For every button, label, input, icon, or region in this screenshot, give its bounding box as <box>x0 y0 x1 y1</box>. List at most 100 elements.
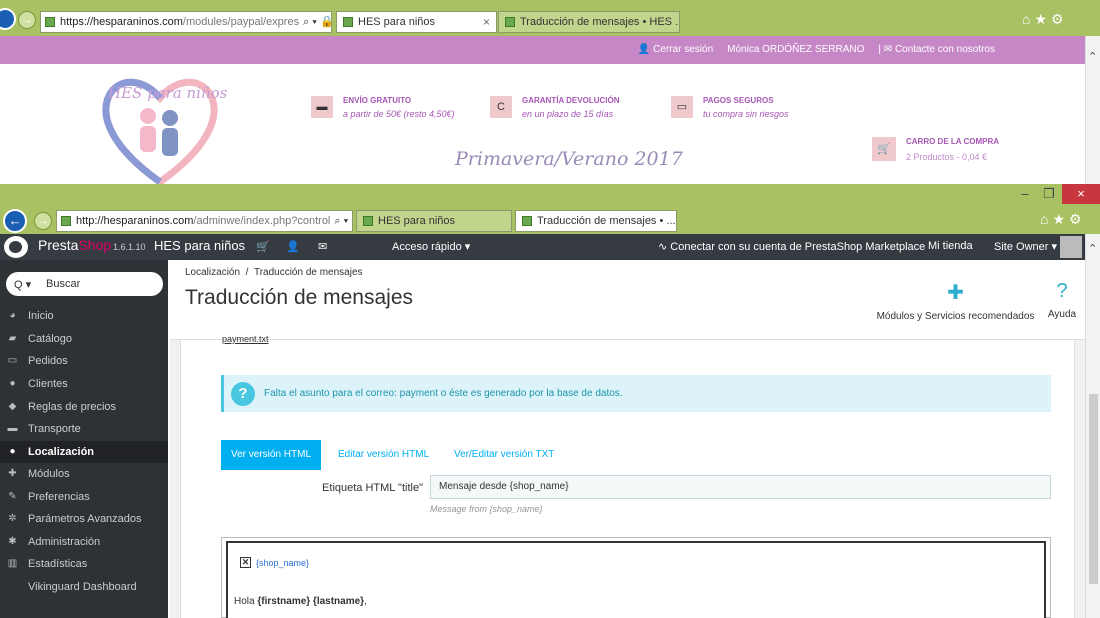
scrollbar-thumb[interactable] <box>1089 394 1098 584</box>
tab-hes-para-ninos[interactable]: HES para niños × <box>336 11 497 33</box>
sidebar-item-preferencias[interactable]: ✎ Preferencias <box>0 486 168 508</box>
sidebar-item-clientes[interactable]: ● Clientes <box>0 373 168 395</box>
preview-shop-name-link[interactable]: {shop_name} <box>256 558 309 568</box>
forward-arrow-icon[interactable]: → <box>18 11 36 29</box>
sidebar-item-estadisticas[interactable]: ▥ Estadísticas <box>0 553 168 575</box>
front-window-titlebar: – ❐ × <box>0 184 1100 206</box>
cart-title[interactable]: CARRO DE LA COMPRA <box>906 137 999 146</box>
title-tag-input[interactable]: Mensaje desde {shop_name} <box>430 475 1051 499</box>
prestashop-logo-icon[interactable] <box>4 236 28 258</box>
book-icon: ▰ <box>8 333 17 344</box>
tab-favicon-icon <box>522 216 532 226</box>
tab-favicon-icon <box>363 216 373 226</box>
address-path: /adminwe/index.php?control <box>193 215 331 227</box>
back-window-scrollbar[interactable]: ⌃ <box>1085 36 1100 184</box>
site-favicon-icon <box>45 17 55 27</box>
tab-traduccion[interactable]: Traducción de mensajes • ... × <box>515 210 677 232</box>
browser-toolbar-icons[interactable]: ⌂★⚙ <box>1040 211 1086 228</box>
my-shop-link[interactable]: Mi tienda <box>928 240 973 252</box>
sidebar-item-inicio[interactable]: ◕ Inicio <box>0 305 168 327</box>
front-address-bar[interactable]: http://hesparaninos.com/adminwe/index.ph… <box>56 210 353 232</box>
back-address-bar[interactable]: https://hesparaninos.com/modules/paypal/… <box>40 11 332 33</box>
forward-arrow-icon[interactable]: → <box>34 212 52 230</box>
cart-icon[interactable]: 🛒 <box>256 240 270 253</box>
info-alert: ? Falta el asunto para el correo: paymen… <box>221 375 1051 412</box>
browser-toolbar-icons[interactable]: ⌂★⚙ <box>1022 11 1068 28</box>
marketplace-link[interactable]: ∿ Conectar con su cuenta de PrestaShop M… <box>658 240 925 253</box>
refresh-icon: C <box>490 96 512 118</box>
address-tools-icon[interactable]: ⌕ ▾ 🔒 ↻ <box>299 15 331 29</box>
title-tag-help: Message from {shop_name} <box>430 504 543 514</box>
close-tab-icon[interactable]: × <box>676 214 677 228</box>
tab-label: Traducción de mensajes • ... <box>537 215 676 227</box>
broken-image-icon: ✕ <box>240 557 251 568</box>
sidebar-item-reglas-precios[interactable]: ◆ Reglas de precios <box>0 396 168 418</box>
scroll-up-icon[interactable]: ⌃ <box>1088 242 1097 255</box>
dashboard-icon: ◕ <box>9 310 16 321</box>
gear-icon: ✱ <box>8 536 17 547</box>
sidebar-item-vikinguard[interactable]: Vikinguard Dashboard <box>0 576 168 598</box>
tab-edit-html[interactable]: Editar versión HTML <box>328 440 439 470</box>
sidebar-item-catalogo[interactable]: ▰ Catálogo <box>0 328 168 350</box>
address-path: /modules/paypal/expres <box>182 16 300 28</box>
ps-version: 1.6.1.10 <box>113 242 146 252</box>
alert-text: Falta el asunto para el correo: payment … <box>264 388 623 399</box>
truck-icon: ▬ <box>7 423 18 434</box>
close-window-button[interactable]: × <box>1062 184 1100 204</box>
credit-card-icon: ▭ <box>671 96 693 118</box>
template-file-link[interactable]: payment.txt <box>222 334 269 344</box>
scroll-up-icon[interactable]: ⌃ <box>1088 50 1097 63</box>
sidebar-search-input[interactable]: Q ▾ Buscar <box>6 272 163 296</box>
quick-access-menu[interactable]: Acceso rápido ▾ <box>392 240 470 253</box>
front-window-scrollbar[interactable]: ⌃ <box>1085 234 1100 618</box>
user-icon[interactable]: 👤 <box>286 240 300 253</box>
minimize-button[interactable]: – <box>1012 184 1038 204</box>
sidebar-item-modulos[interactable]: ✚ Módulos <box>0 463 168 485</box>
bar-chart-icon: ▥ <box>7 558 18 569</box>
ps-brand[interactable]: PrestaShop <box>38 237 111 253</box>
credit-card-icon: ▭ <box>7 355 18 366</box>
owner-menu[interactable]: Site Owner ▾ <box>994 240 1057 253</box>
sidebar-item-administracion[interactable]: ✱ Administración <box>0 531 168 553</box>
preview-greeting: Hola {firstname} {lastname}, <box>234 596 367 607</box>
contact-link[interactable]: | ✉ Contacte con nosotros <box>878 44 995 55</box>
title-tag-label: Etiqueta HTML "title" <box>322 482 423 494</box>
tab-label: Traducción de mensajes • HES ... <box>520 16 680 28</box>
tab-edit-txt[interactable]: Ver/Editar versión TXT <box>444 440 564 470</box>
back-arrow-icon[interactable] <box>0 8 16 30</box>
address-tools-icon[interactable]: ⌕ ▾ ↻ <box>330 215 352 228</box>
sidebar-item-transporte[interactable]: ▬ Transporte <box>0 418 168 440</box>
ps-shop-name[interactable]: HES para niños <box>154 238 245 253</box>
cart-summary[interactable]: 2 Productos - 0,04 € <box>906 152 987 162</box>
avatar[interactable] <box>1060 236 1082 258</box>
tab-view-html[interactable]: Ver versión HTML <box>221 440 322 470</box>
truck-icon: ▬ <box>311 96 333 118</box>
ps-admin-header: PrestaShop 1.6.1.10 HES para niños 🛒 👤 ✉… <box>0 234 1085 260</box>
recommended-modules-button[interactable]: ✚ Módulos y Servicios recomendados <box>873 280 1038 322</box>
user-link[interactable]: Mónica ORDÓÑEZ SERRANO <box>727 44 864 55</box>
help-button[interactable]: ? Ayuda <box>1042 280 1082 320</box>
back-arrow-icon[interactable]: ← <box>3 209 27 233</box>
cart-icon[interactable]: 🛒 <box>872 137 896 161</box>
sidebar-item-pedidos[interactable]: ▭ Pedidos <box>0 350 168 372</box>
search-icon[interactable]: Q ▾ <box>14 278 31 291</box>
puzzle-icon: ✚ <box>947 282 964 304</box>
envelope-icon[interactable]: ✉ <box>318 240 327 253</box>
search-placeholder: Buscar <box>46 278 81 290</box>
restore-button[interactable]: ❐ <box>1036 184 1062 204</box>
feature-return-guarantee: C GARANTÍA DEVOLUCIÓN en un plazo de 15 d… <box>490 96 619 119</box>
tab-favicon-icon <box>343 17 353 27</box>
breadcrumb-localizacion[interactable]: Localización <box>185 267 240 278</box>
tab-traduccion[interactable]: Traducción de mensajes • HES ... <box>498 11 680 33</box>
tab-label: HES para niños <box>358 16 436 28</box>
logo-text: HES para niños <box>108 84 228 102</box>
sidebar-item-parametros[interactable]: ✲ Parámetros Avanzados <box>0 508 168 530</box>
tab-hes-para-ninos[interactable]: HES para niños <box>356 210 512 232</box>
close-tab-icon[interactable]: × <box>483 15 490 29</box>
globe-icon: ● <box>9 446 16 457</box>
sidebar-item-localizacion[interactable]: ● Localización <box>0 441 168 463</box>
breadcrumb-current: Traducción de mensajes <box>253 267 363 278</box>
back-browser-tabbar: → https://hesparaninos.com/modules/paypa… <box>0 0 1100 36</box>
breadcrumb: Localización / Traducción de mensajes <box>185 267 363 278</box>
logout-link[interactable]: 👤 Cerrar sesión <box>638 44 713 55</box>
